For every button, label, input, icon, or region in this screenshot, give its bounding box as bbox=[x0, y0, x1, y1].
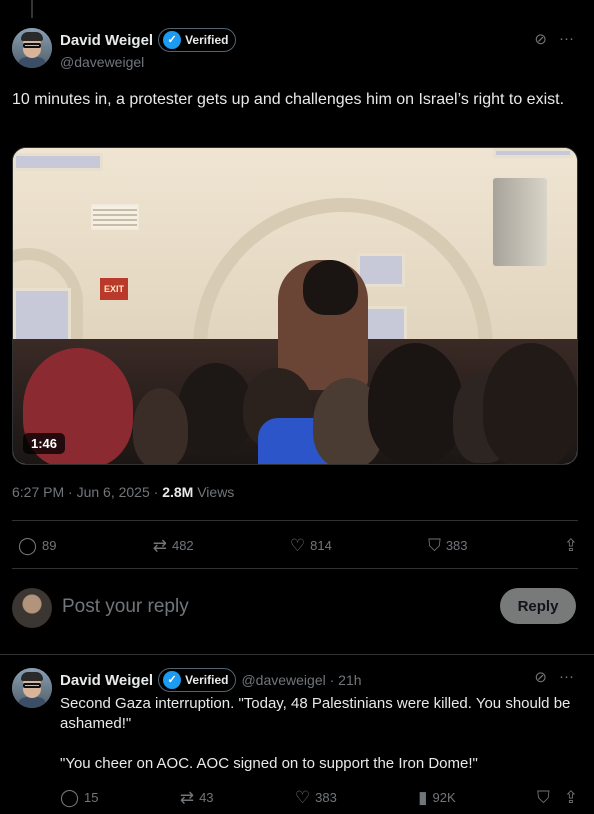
reply-composer: Post your reply Reply bbox=[12, 588, 578, 628]
bookmark-icon: ⛉ bbox=[428, 535, 441, 555]
divider bbox=[12, 568, 578, 569]
repost-arrows-icon: ⇄ bbox=[179, 787, 195, 807]
main-action-bar: ◯ 89 ⇄ 482 ♡ 814 ⛉ 383 ⇪ bbox=[18, 533, 578, 557]
divider bbox=[12, 520, 578, 521]
share-button[interactable]: ⇪ bbox=[564, 537, 578, 554]
author-avatar[interactable] bbox=[12, 28, 52, 68]
grok-icon[interactable]: ⊘ bbox=[534, 30, 547, 48]
speech-bubble-icon: ◯ bbox=[60, 787, 80, 807]
reply-button[interactable]: ◯ 15 bbox=[60, 789, 99, 806]
verified-badge-icon: ✓ bbox=[163, 31, 182, 49]
video-duration: 1:46 bbox=[23, 433, 66, 454]
repost-button[interactable]: ⇄ 482 bbox=[153, 537, 194, 554]
repost-arrows-icon: ⇄ bbox=[152, 535, 167, 555]
heart-icon: ♡ bbox=[294, 787, 311, 807]
reply-tweet-text: Second Gaza interruption. "Today, 48 Pal… bbox=[60, 694, 575, 794]
views-count[interactable]: 2.8M bbox=[162, 484, 193, 500]
exit-sign: EXIT bbox=[100, 278, 128, 300]
more-dots-icon[interactable]: ··· bbox=[559, 668, 574, 686]
views-label: Views bbox=[193, 484, 235, 500]
reply-input[interactable]: Post your reply bbox=[62, 596, 189, 618]
author-name[interactable]: David Weigel bbox=[60, 32, 153, 49]
author-handle[interactable]: @daveweigel bbox=[60, 54, 144, 70]
tweet-detail-page: David Weigel ✓ Verified @daveweigel ⊘ ··… bbox=[0, 0, 594, 814]
bookmark-button[interactable]: ⛉ 383 bbox=[428, 537, 467, 554]
author-handle[interactable]: @daveweigel · 21h bbox=[241, 672, 361, 688]
like-button[interactable]: ♡ 814 bbox=[290, 537, 332, 554]
main-tweet-header: David Weigel ✓ Verified @daveweigel ⊘ ··… bbox=[12, 28, 582, 72]
reply-submit-button[interactable]: Reply bbox=[500, 588, 576, 624]
views-button[interactable]: ▮ 92K bbox=[418, 789, 456, 806]
bookmark-icon[interactable]: ⛉ bbox=[537, 789, 550, 806]
thread-connector-line bbox=[31, 0, 33, 18]
current-user-avatar[interactable] bbox=[12, 588, 52, 628]
author-avatar[interactable] bbox=[12, 668, 52, 708]
author-name[interactable]: David Weigel bbox=[60, 672, 153, 689]
wall-vent bbox=[91, 204, 139, 230]
more-dots-icon[interactable]: ··· bbox=[559, 30, 574, 48]
share-icon: ⇪ bbox=[563, 535, 578, 555]
share-icon[interactable]: ⇪ bbox=[564, 789, 578, 806]
verified-pill[interactable]: ✓ Verified bbox=[158, 28, 237, 52]
heart-icon: ♡ bbox=[289, 535, 306, 555]
verified-pill[interactable]: ✓ Verified bbox=[158, 668, 237, 692]
tweet-text: 10 minutes in, a protester gets up and c… bbox=[12, 91, 565, 108]
divider bbox=[0, 654, 594, 655]
repost-button[interactable]: ⇄ 43 bbox=[180, 789, 214, 806]
bar-chart-icon: ▮ bbox=[418, 787, 428, 807]
speech-bubble-icon: ◯ bbox=[18, 535, 38, 555]
tweet-paragraph: Second Gaza interruption. "Today, 48 Pal… bbox=[60, 695, 571, 732]
like-button[interactable]: ♡ 383 bbox=[295, 789, 337, 806]
video-player[interactable]: EXIT 1:46 bbox=[12, 147, 578, 465]
verified-label: Verified bbox=[185, 673, 229, 687]
grok-icon[interactable]: ⊘ bbox=[534, 668, 547, 686]
wall-speaker bbox=[493, 178, 547, 266]
verified-label: Verified bbox=[185, 33, 229, 47]
reply-action-bar: ◯ 15 ⇄ 43 ♡ 383 ▮ 92K ⛉ ⇪ bbox=[60, 785, 578, 809]
tweet-meta: 6:27 PM · Jun 6, 2025 · 2.8M Views bbox=[12, 484, 234, 500]
tweet-timestamp[interactable]: 6:27 PM · Jun 6, 2025 · bbox=[12, 484, 162, 500]
tweet-paragraph: "You cheer on AOC. AOC signed on to supp… bbox=[60, 755, 478, 772]
verified-badge-icon: ✓ bbox=[163, 671, 182, 689]
reply-button[interactable]: ◯ 89 bbox=[18, 537, 57, 554]
